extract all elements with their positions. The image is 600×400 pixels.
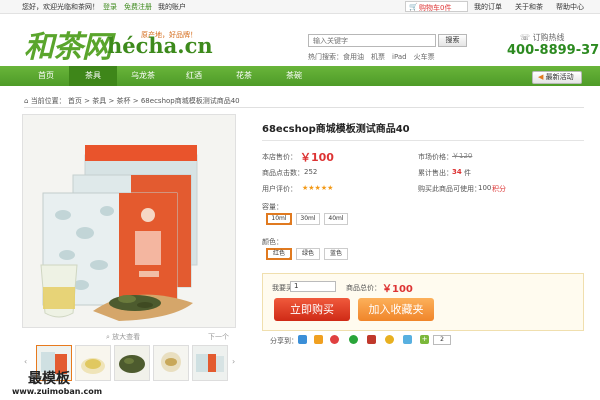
thumbnail-image <box>193 346 227 380</box>
arrow-right-icon: ◀ <box>538 73 544 81</box>
prev-thumb-arrow-icon[interactable]: ‹ <box>24 357 27 366</box>
thumbnail[interactable] <box>192 345 228 381</box>
latest-activity-button[interactable]: ◀ 最新活动 <box>532 71 582 84</box>
capacity-option[interactable]: 40ml <box>324 213 348 225</box>
cart-icon: 🛒 <box>409 3 418 11</box>
share-label: 分享到： <box>270 337 298 345</box>
color-option[interactable]: 蓝色 <box>324 248 348 260</box>
nav-item-flower-tea[interactable]: 花茶 <box>220 66 268 86</box>
sold-unit: 件 <box>464 169 471 177</box>
top-bar: 您好，欢迎光临和茶网！ 登录 免费注册 我的账户 🛒 购物车0件 我的订单 关于… <box>0 0 600 14</box>
login-link[interactable]: 登录 <box>103 2 117 12</box>
capacity-option[interactable]: 10ml <box>266 213 292 225</box>
color-option[interactable]: 红色 <box>266 248 292 260</box>
zoom-label: 放大查看 <box>112 333 141 341</box>
watermark-url: www.zuimoban.com <box>12 387 103 396</box>
shop-price: ￥100 <box>300 151 334 164</box>
product-main-image[interactable] <box>22 114 236 328</box>
phone-icon: ☏ <box>520 33 531 42</box>
share-qzone-icon[interactable] <box>298 335 307 344</box>
breadcrumb-text[interactable]: 当前位置： 首页 > 茶具 > 茶杯 > 68ecshop商城模板测试商品40 <box>31 97 240 105</box>
cart-button[interactable]: 🛒 购物车0件 <box>405 1 468 12</box>
color-label: 颜色： <box>262 238 283 246</box>
capacity-option[interactable]: 30ml <box>296 213 320 225</box>
nav-item-wine[interactable]: 红酒 <box>170 66 218 86</box>
total-price-label: 商品总价： <box>346 284 381 292</box>
my-account-link[interactable]: 我的账户 <box>158 2 186 12</box>
share-count: 2 <box>433 335 451 345</box>
breadcrumb: ⌂ 当前位置： 首页 > 茶具 > 茶杯 > 68ecshop商城模板测试商品4… <box>24 96 240 106</box>
hotline-label-text: 订购热线 <box>532 33 565 42</box>
magnifier-icon: ⌕ <box>106 333 110 341</box>
thumbnail[interactable] <box>75 345 111 381</box>
logo-chinese[interactable]: 和茶网 <box>24 22 112 66</box>
thumbnail[interactable] <box>153 345 189 381</box>
color-option[interactable]: 绿色 <box>296 248 320 260</box>
search-input[interactable] <box>308 34 436 47</box>
latest-activity-label: 最新活动 <box>545 73 574 81</box>
next-image-link[interactable]: 下一个 <box>208 332 229 342</box>
thumbnail-image <box>76 346 110 380</box>
nav-item-oolong[interactable]: 乌龙茶 <box>119 66 167 86</box>
thumbnail-image <box>154 346 188 380</box>
share-tqq-icon[interactable] <box>403 335 412 344</box>
watermark-logo: 最模板 <box>28 371 70 387</box>
nav-item-teaware[interactable]: 茶具 <box>69 66 117 86</box>
thumbnail[interactable] <box>114 345 150 381</box>
hotline-label: ☏ 订购热线 <box>520 32 565 43</box>
tea-product-photo <box>23 115 235 327</box>
shop-price-label: 本店售价： <box>262 153 297 161</box>
sold-count: 34 <box>452 168 462 176</box>
share-kaixin-icon[interactable] <box>367 335 376 344</box>
home-icon: ⌂ <box>24 97 29 105</box>
help-link[interactable]: 帮助中心 <box>556 2 584 12</box>
share-douban-icon[interactable] <box>349 335 358 344</box>
market-price: ￥120 <box>452 152 473 160</box>
buy-now-button[interactable]: 立即购买 <box>274 298 350 321</box>
divider <box>262 140 584 141</box>
nav-item-home[interactable]: 首页 <box>24 66 68 86</box>
next-thumb-arrow-icon[interactable]: › <box>232 357 235 366</box>
cart-label: 购物车0件 <box>419 4 452 12</box>
rating-stars-icon: ★★★★★ <box>302 184 334 192</box>
quantity-input[interactable]: 1 <box>290 281 336 292</box>
clicks-label: 商品点击数： <box>262 169 304 177</box>
share-weibo-icon[interactable] <box>330 335 339 344</box>
divider <box>24 107 584 108</box>
points-unit: 积分 <box>492 185 506 193</box>
product-title: 68ecshop商城模板测试商品40 <box>262 124 410 135</box>
main-nav: 首页 茶具 乌龙茶 红酒 花茶 茶碗 <box>0 66 600 86</box>
thumbnail-image <box>115 346 149 380</box>
register-link[interactable]: 免费注册 <box>124 2 152 12</box>
points-label: 购买此商品可使用： <box>418 185 481 193</box>
share-pengyou-icon[interactable] <box>385 335 394 344</box>
zoom-link[interactable]: ⌕ 放大查看 <box>106 332 140 342</box>
welcome-text: 您好，欢迎光临和茶网！ <box>22 3 99 11</box>
nav-item-tea-bowl[interactable]: 茶碗 <box>270 66 318 86</box>
about-link[interactable]: 关于和茶 <box>515 2 543 12</box>
hot-search-words[interactable]: 热门搜索：食用油 机票 iPad 火车票 <box>308 52 435 62</box>
search-button[interactable]: 搜索 <box>438 34 467 47</box>
capacity-label: 容量： <box>262 203 283 211</box>
add-to-favorites-button[interactable]: 加入收藏夹 <box>358 298 434 321</box>
points-value: 100 <box>478 184 492 192</box>
share-more-icon[interactable]: + <box>420 335 429 344</box>
sold-label: 累计售出： <box>418 169 453 177</box>
total-price: ￥100 <box>382 284 413 295</box>
zoom-row: ⌕ 放大查看 下一个 <box>22 332 236 342</box>
clicks-value: 252 <box>304 168 318 176</box>
market-price-label: 市场价格： <box>418 153 453 161</box>
logo-english[interactable]: hécha.cn <box>107 33 213 58</box>
rating-label: 用户评价： <box>262 185 297 193</box>
hotline-number: 400-8899-379 <box>507 43 600 58</box>
share-renren-icon[interactable] <box>314 335 323 344</box>
my-orders-link[interactable]: 我的订单 <box>474 2 502 12</box>
